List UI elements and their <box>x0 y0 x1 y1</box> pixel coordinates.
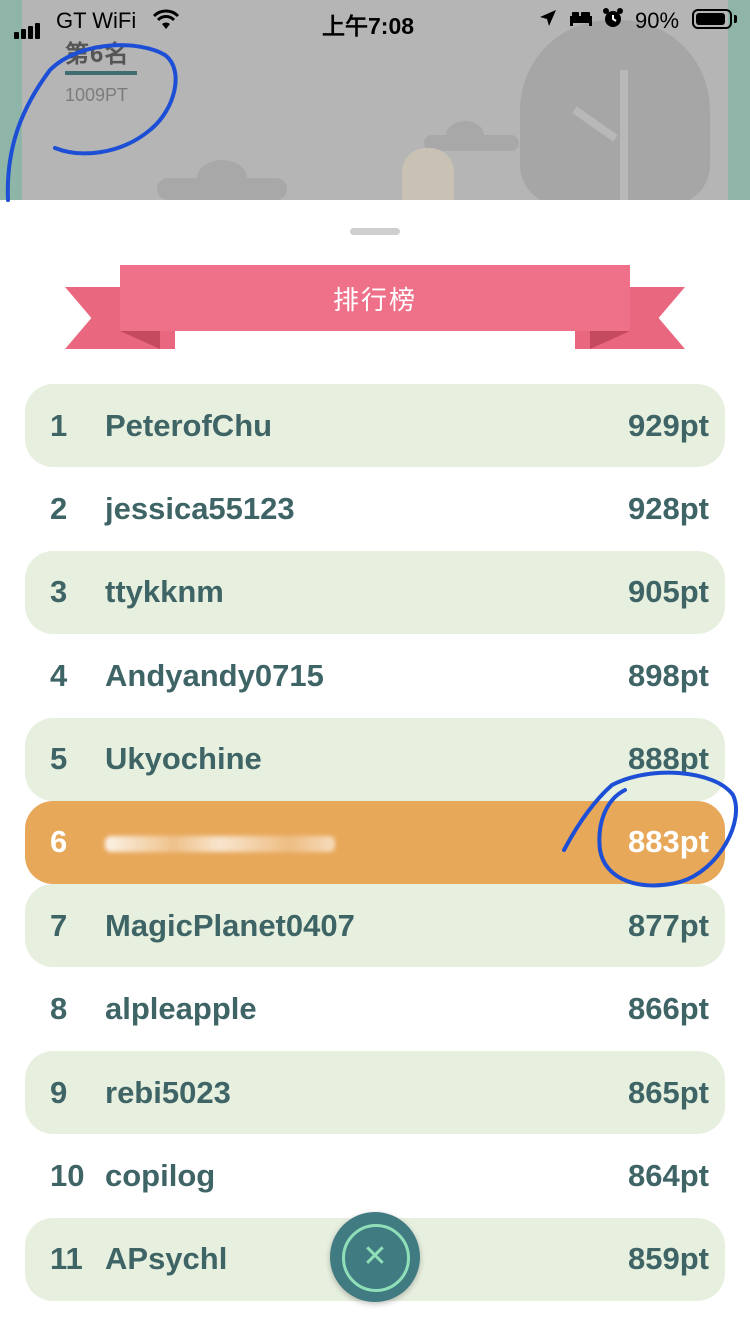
row-rank: 11 <box>50 1241 83 1277</box>
close-button[interactable]: ✕ <box>330 1212 420 1302</box>
status-bar: GT WiFi 上午7:08 90% <box>0 0 750 40</box>
row-rank: 3 <box>50 574 68 610</box>
leaderboard-sheet: 排行榜 1 PeterofChu 929pt 2 jessica55123 928pt 3 t… <box>0 200 750 1334</box>
alarm-icon <box>602 7 624 35</box>
screen: 第6名 1009PT GT WiFi 上午7:08 90% 排行榜 1 Pete… <box>0 0 750 1334</box>
row-username: Andyandy0715 <box>105 657 324 693</box>
status-time: 上午7:08 <box>322 13 415 39</box>
redacted-username <box>105 836 335 853</box>
row-points: 864pt <box>628 1158 709 1194</box>
row-username: ttykknm <box>105 574 224 610</box>
battery-icon <box>692 9 732 29</box>
row-username: Ukyochine <box>105 741 262 777</box>
row-username: MagicPlanet0407 <box>105 907 355 943</box>
row-rank: 2 <box>50 490 68 526</box>
battery-percent: 90% <box>635 8 680 33</box>
row-points: 905pt <box>628 574 709 610</box>
row-username: PeterofChu <box>105 407 273 443</box>
row-rank: 1 <box>50 407 68 443</box>
location-icon <box>538 8 558 34</box>
leaderboard-row[interactable]: 3 ttykknm 905pt <box>25 550 725 634</box>
row-rank: 9 <box>50 1074 68 1110</box>
row-rank: 8 <box>50 991 68 1027</box>
tree-trunk <box>620 70 628 200</box>
row-points: 877pt <box>628 907 709 943</box>
wifi-icon <box>152 9 180 37</box>
leaderboard-row[interactable]: 7 MagicPlanet0407 877pt <box>25 884 725 968</box>
row-username: copilog <box>105 1158 216 1194</box>
row-username: jessica55123 <box>105 490 295 526</box>
sheet-drag-handle[interactable] <box>350 228 400 235</box>
signal-icon <box>14 13 42 39</box>
row-points: 888pt <box>628 741 709 777</box>
leaderboard-row[interactable]: 10 copilog 864pt <box>25 1135 725 1218</box>
leaderboard-row[interactable]: 9 rebi5023 865pt <box>25 1051 725 1135</box>
row-points: 883pt <box>628 824 709 860</box>
leaderboard-title: 排行榜 <box>120 265 630 331</box>
leaderboard-row[interactable]: 4 Andyandy0715 898pt <box>25 634 725 717</box>
bed-icon <box>568 8 594 34</box>
leaderboard-list: 1 PeterofChu 929pt 2 jessica55123 928pt 3 ttykk… <box>25 384 725 1301</box>
battery-fill <box>696 13 725 25</box>
row-points: 866pt <box>628 991 709 1027</box>
row-points: 929pt <box>628 407 709 443</box>
leaderboard-row[interactable]: 1 PeterofChu 929pt <box>25 384 725 467</box>
row-rank: 7 <box>50 907 68 943</box>
row-username: rebi5023 <box>105 1074 231 1110</box>
my-rank-points: 1009PT <box>65 85 129 105</box>
row-points: 865pt <box>628 1074 709 1110</box>
leaderboard-row[interactable]: 2 jessica55123 928pt <box>25 467 725 550</box>
cloud-illustration <box>157 160 287 200</box>
row-rank: 6 <box>50 824 68 860</box>
rank-underline <box>65 71 137 75</box>
row-points: 898pt <box>628 657 709 693</box>
character-illustration <box>402 148 454 200</box>
row-username <box>105 824 628 860</box>
title-ribbon: 排行榜 <box>65 265 685 355</box>
leaderboard-row[interactable]: 8 alpleapple 866pt <box>25 968 725 1051</box>
row-rank: 5 <box>50 741 68 777</box>
row-points: 928pt <box>628 490 709 526</box>
leaderboard-row[interactable]: 5 Ukyochine 888pt <box>25 717 725 801</box>
carrier-name: GT WiFi <box>56 8 137 33</box>
row-rank: 10 <box>50 1158 85 1194</box>
row-points: 859pt <box>628 1241 709 1277</box>
row-rank: 4 <box>50 657 68 693</box>
close-icon: ✕ <box>362 1239 388 1274</box>
battery-tip <box>734 15 737 23</box>
tree-illustration <box>520 20 710 200</box>
row-username: alpleapple <box>105 991 257 1027</box>
leaderboard-row-current-user[interactable]: 6 883pt <box>25 800 725 884</box>
